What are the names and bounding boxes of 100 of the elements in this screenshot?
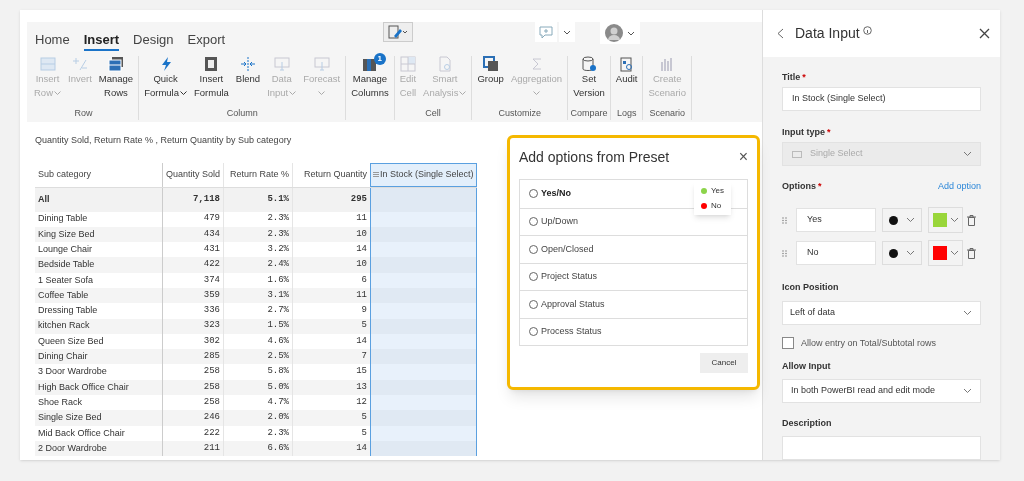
edit-mode-button[interactable] bbox=[383, 22, 413, 42]
ribbon-button[interactable]: Blend bbox=[232, 56, 264, 86]
close-button[interactable] bbox=[979, 28, 990, 39]
preset-option[interactable]: Open/Closed bbox=[520, 235, 747, 263]
ribbon-button[interactable]: Quick Formula bbox=[141, 56, 190, 100]
table-cell: 6.6% bbox=[224, 440, 293, 457]
color-select[interactable] bbox=[928, 207, 963, 233]
user-menu-button[interactable] bbox=[600, 22, 640, 44]
table-cell: 374 bbox=[163, 272, 224, 288]
ribbon-button[interactable]: Set Version bbox=[570, 56, 608, 100]
chevron-down-icon bbox=[949, 217, 959, 223]
table-cell: 2 Door Wardrobe bbox=[35, 440, 163, 457]
input-cell[interactable] bbox=[370, 395, 477, 411]
table-cell: 323 bbox=[163, 318, 224, 334]
icon-select[interactable] bbox=[882, 241, 922, 265]
ribbon-button[interactable]: Insert Formula bbox=[190, 56, 232, 100]
menu-tab[interactable]: Export bbox=[187, 32, 226, 51]
dropdown-button[interactable] bbox=[559, 22, 575, 42]
table-cell-text: 5 bbox=[360, 426, 368, 440]
panel-title: Data Input bbox=[795, 24, 860, 43]
input-cell[interactable] bbox=[370, 410, 477, 426]
table-cell-text: 12 bbox=[355, 395, 368, 409]
icon-select[interactable] bbox=[882, 208, 922, 232]
selected-column-header[interactable]: In Stock (Single Select) bbox=[370, 162, 477, 187]
menu-tab[interactable]: Home bbox=[35, 32, 70, 51]
table-cell: 1 Seater Sofa bbox=[35, 272, 163, 288]
option-field[interactable]: No bbox=[796, 241, 876, 265]
icon-position-select[interactable]: Left of data bbox=[782, 300, 981, 325]
title-field[interactable]: In Stock (Single Select) bbox=[782, 87, 981, 111]
database-gear-icon bbox=[580, 56, 597, 72]
table-cell: 1.6% bbox=[224, 272, 293, 288]
table-cell-text: 11 bbox=[355, 288, 368, 302]
column-header[interactable]: Sub category bbox=[35, 162, 163, 187]
group-label: Column bbox=[226, 106, 258, 120]
cancel-button[interactable]: Cancel bbox=[700, 353, 748, 373]
drag-handle-icon bbox=[782, 216, 788, 224]
color-select[interactable] bbox=[928, 240, 963, 266]
description-field[interactable] bbox=[782, 436, 981, 460]
input-cell[interactable] bbox=[370, 349, 477, 365]
input-cell[interactable] bbox=[370, 187, 477, 212]
required-mark: * bbox=[802, 71, 806, 83]
ribbon-button[interactable]: Manage Columns 1 bbox=[348, 56, 392, 100]
input-cell[interactable] bbox=[370, 257, 477, 273]
trash-icon[interactable] bbox=[967, 247, 976, 259]
table-cell: Single Size Bed bbox=[35, 410, 163, 426]
table-cell: 2.7% bbox=[224, 303, 293, 319]
plus-minus-icon bbox=[71, 56, 88, 72]
group-label: Cell bbox=[425, 106, 441, 120]
table-cell-text: 11 bbox=[355, 212, 368, 226]
grid-cell-icon bbox=[399, 56, 416, 72]
table-cell-text: 15 bbox=[355, 365, 368, 379]
preset-option[interactable]: Approval Status bbox=[520, 290, 747, 318]
table-cell-text: 7 bbox=[360, 350, 368, 364]
ribbon-button[interactable]: Audit bbox=[612, 56, 641, 86]
table-cell-text: 14 bbox=[355, 334, 368, 348]
field-label: Description bbox=[782, 416, 833, 430]
column-header[interactable]: Quantity Sold bbox=[163, 162, 224, 187]
table-cell-text: 14 bbox=[355, 441, 368, 455]
close-button[interactable]: × bbox=[738, 149, 748, 165]
row-insert-icon bbox=[39, 56, 56, 72]
table-cell-text: 5 bbox=[360, 411, 368, 425]
column-header[interactable]: Return Rate % bbox=[224, 162, 293, 187]
allow-input-select[interactable]: In both PowerBI read and edit mode bbox=[782, 378, 981, 403]
trash-icon[interactable] bbox=[967, 214, 976, 226]
input-box-icon bbox=[273, 56, 290, 72]
chevron-down-icon bbox=[963, 387, 972, 394]
table-cell: 211 bbox=[163, 440, 224, 457]
table-cell: 5.8% bbox=[224, 364, 293, 380]
stacked-rows-icon bbox=[107, 56, 124, 72]
input-cell[interactable] bbox=[370, 364, 477, 380]
count-badge: 1 bbox=[373, 53, 386, 65]
input-cell[interactable] bbox=[370, 303, 477, 319]
table-cell: 3 Door Wardrobe bbox=[35, 364, 163, 380]
table-cell: 2.0% bbox=[224, 410, 293, 426]
group-squares-icon bbox=[482, 56, 499, 72]
column-header[interactable]: Return Quantity bbox=[293, 162, 370, 187]
menu-tab[interactable]: Insert bbox=[83, 32, 120, 51]
ribbon-button[interactable]: Group bbox=[474, 56, 507, 86]
option-field[interactable]: Yes bbox=[796, 208, 876, 232]
preset-option[interactable]: Process Status bbox=[520, 317, 747, 345]
add-option-link[interactable]: Add option bbox=[937, 180, 981, 194]
document-search-icon bbox=[436, 56, 453, 72]
add-comment-button[interactable] bbox=[535, 22, 557, 42]
caret-icon bbox=[179, 90, 187, 96]
caret-icon bbox=[459, 90, 467, 96]
table-cell: 258 bbox=[163, 364, 224, 380]
caret-icon bbox=[627, 30, 635, 36]
formula-box-icon bbox=[203, 56, 220, 72]
menu-tab[interactable]: Design bbox=[133, 32, 174, 51]
chevron-down-icon bbox=[963, 309, 972, 316]
merge-arrows-icon bbox=[239, 56, 256, 72]
caret-icon bbox=[533, 90, 540, 96]
drag-handle-icon bbox=[782, 249, 788, 257]
input-cell[interactable] bbox=[370, 242, 477, 258]
preset-option[interactable]: Project Status bbox=[520, 262, 747, 290]
table-cell: 5.1% bbox=[224, 187, 293, 212]
group-label: Logs bbox=[616, 106, 637, 120]
table-cell: 1.5% bbox=[224, 318, 293, 334]
checkbox[interactable] bbox=[782, 337, 794, 350]
ribbon-button[interactable]: Manage Rows bbox=[95, 56, 137, 100]
